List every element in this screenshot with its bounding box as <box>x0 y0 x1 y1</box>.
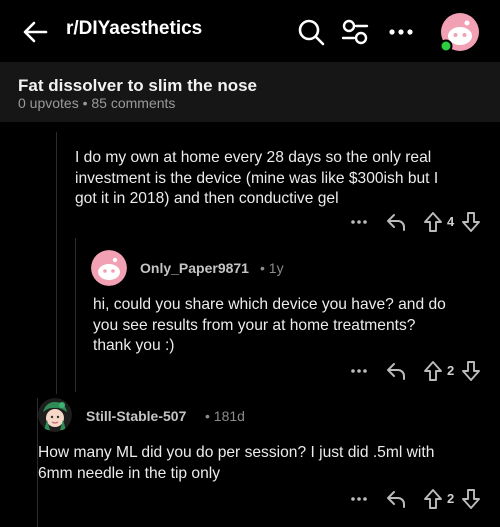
avatar[interactable] <box>91 250 127 286</box>
user-avatar[interactable] <box>439 12 480 53</box>
comment-body: hi, could you share which device you hav… <box>93 295 493 357</box>
more-options-icon[interactable] <box>349 489 369 509</box>
more-icon[interactable] <box>386 17 416 47</box>
downvote-icon[interactable] <box>461 360 481 382</box>
avatar[interactable] <box>38 398 72 432</box>
comment-age: • 1y <box>260 260 284 276</box>
vote-count: 4 <box>447 214 455 229</box>
thread-line[interactable] <box>37 516 38 527</box>
comment-line: 6mm needle in the tip only <box>38 464 221 482</box>
reply-icon[interactable] <box>385 211 407 233</box>
more-options-icon[interactable] <box>349 361 369 381</box>
comment-line: you see results from your at home treatm… <box>93 316 416 334</box>
comment-line: hi, could you share which device you hav… <box>93 296 446 313</box>
back-arrow-icon[interactable] <box>20 17 50 47</box>
comment-body: I do my own at home every 28 days so the… <box>75 148 495 210</box>
comment-line: investment is the device (mine was like … <box>75 169 439 187</box>
comment-line: got it in 2018) and then conductive gel <box>75 190 339 207</box>
reply-icon[interactable] <box>385 488 407 510</box>
search-icon[interactable] <box>296 17 326 47</box>
vote-count: 2 <box>447 491 455 506</box>
upvote-icon[interactable] <box>423 488 443 510</box>
thread-line[interactable] <box>56 132 57 394</box>
comment-age: • 181d <box>205 408 245 424</box>
subreddit-name[interactable]: r/DIYaesthetics <box>66 18 202 40</box>
downvote-icon[interactable] <box>461 488 481 510</box>
post-meta: 0 upvotes • 85 comments <box>18 95 176 111</box>
comment-line: thank you :) <box>93 337 175 354</box>
more-options-icon[interactable] <box>349 212 369 232</box>
filter-icon[interactable] <box>340 17 370 47</box>
comment-body: How many ML did you do per session? I ju… <box>38 443 496 484</box>
comment-author[interactable]: Only_Paper9871 <box>140 260 249 276</box>
upvote-icon[interactable] <box>423 360 443 382</box>
thread-line[interactable] <box>75 238 76 392</box>
upvote-icon[interactable] <box>423 211 443 233</box>
post-title[interactable]: Fat dissolver to slim the nose <box>18 76 257 96</box>
reply-icon[interactable] <box>385 360 407 382</box>
downvote-icon[interactable] <box>461 211 481 233</box>
comment-line: How many ML did you do per session? I ju… <box>38 444 435 461</box>
vote-count: 2 <box>447 363 455 378</box>
comment-line: I do my own at home every 28 days so the… <box>75 149 432 166</box>
comment-author[interactable]: Still-Stable-507 <box>86 408 186 424</box>
